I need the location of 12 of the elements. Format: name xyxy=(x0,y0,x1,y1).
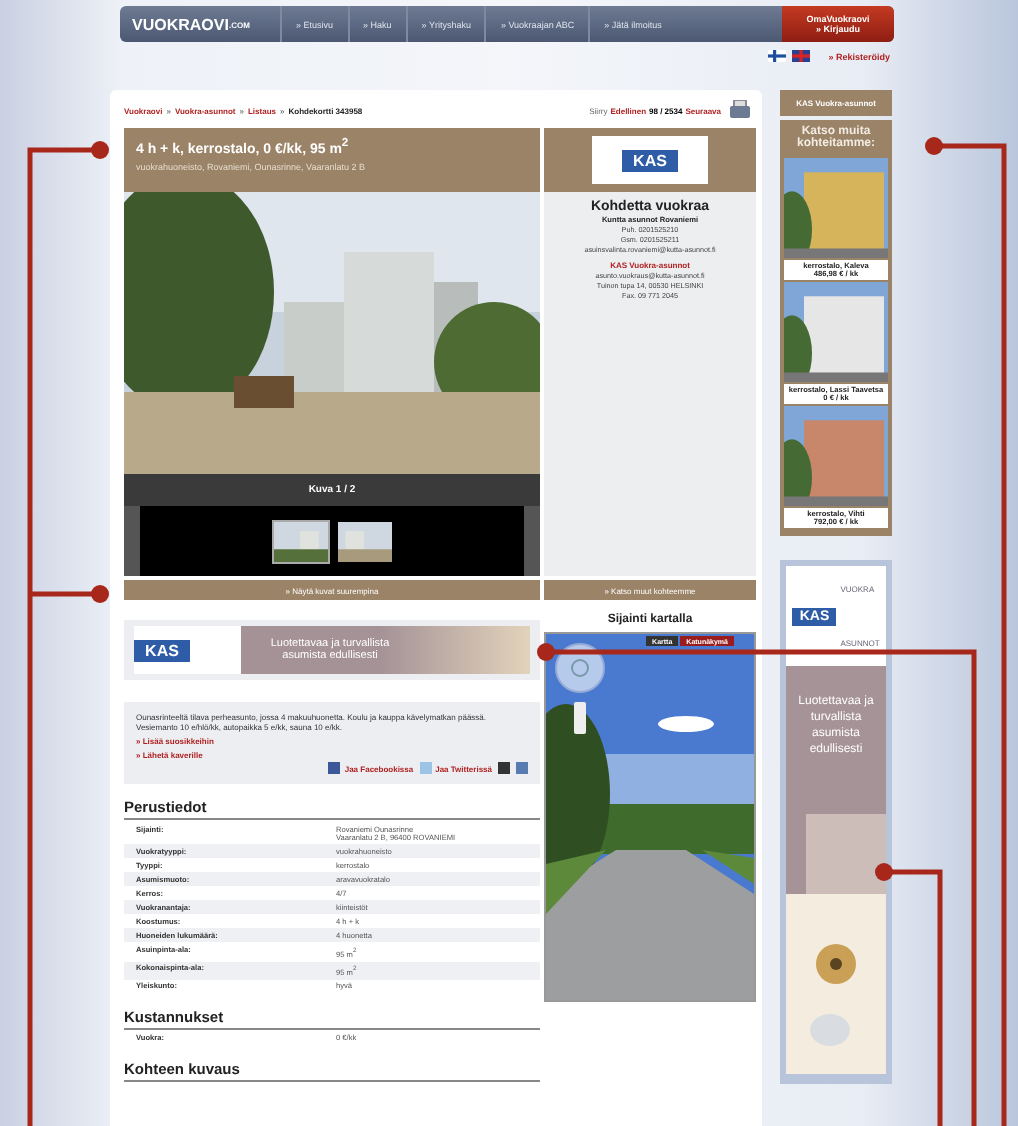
print-icon[interactable] xyxy=(730,100,750,120)
kas-logo: KAS xyxy=(622,149,678,171)
share-icon[interactable] xyxy=(498,762,510,775)
british-flag-icon[interactable] xyxy=(792,50,811,62)
pan-control-icon[interactable] xyxy=(554,642,606,694)
facebook-icon xyxy=(328,762,341,775)
thumbnail[interactable] xyxy=(335,519,393,563)
bookmark-icon[interactable] xyxy=(516,762,528,775)
twitter-icon xyxy=(419,762,432,775)
finnish-flag-icon[interactable] xyxy=(768,50,787,62)
thumbnail[interactable] xyxy=(271,519,329,563)
kas-logo: KAS xyxy=(134,639,190,661)
